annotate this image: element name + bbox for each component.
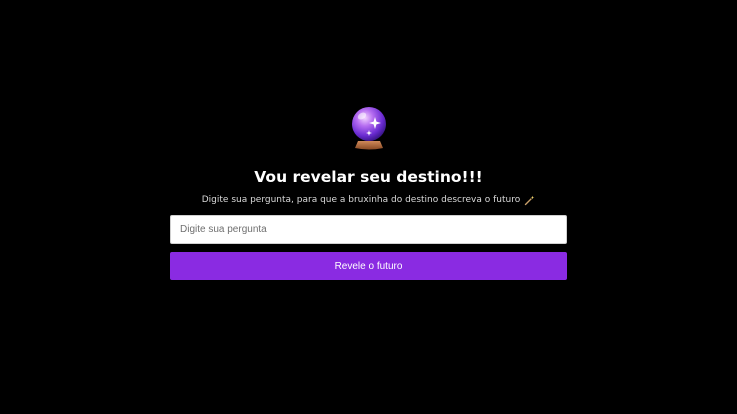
question-input[interactable] (170, 215, 567, 244)
subtitle-text: Digite sua pergunta, para que a bruxinha… (201, 195, 521, 205)
crystal-ball-icon (351, 107, 386, 150)
page: Vou revelar seu destino!!! Digite sua pe… (0, 0, 737, 414)
reveal-future-button[interactable]: Revele o futuro (170, 252, 567, 280)
magic-wand-icon (525, 195, 535, 205)
page-title: Vou revelar seu destino!!! (254, 168, 483, 186)
fortune-form-container: Vou revelar seu destino!!! Digite sua pe… (170, 104, 567, 280)
page-subtitle: Digite sua pergunta, para que a bruxinha… (202, 193, 535, 207)
